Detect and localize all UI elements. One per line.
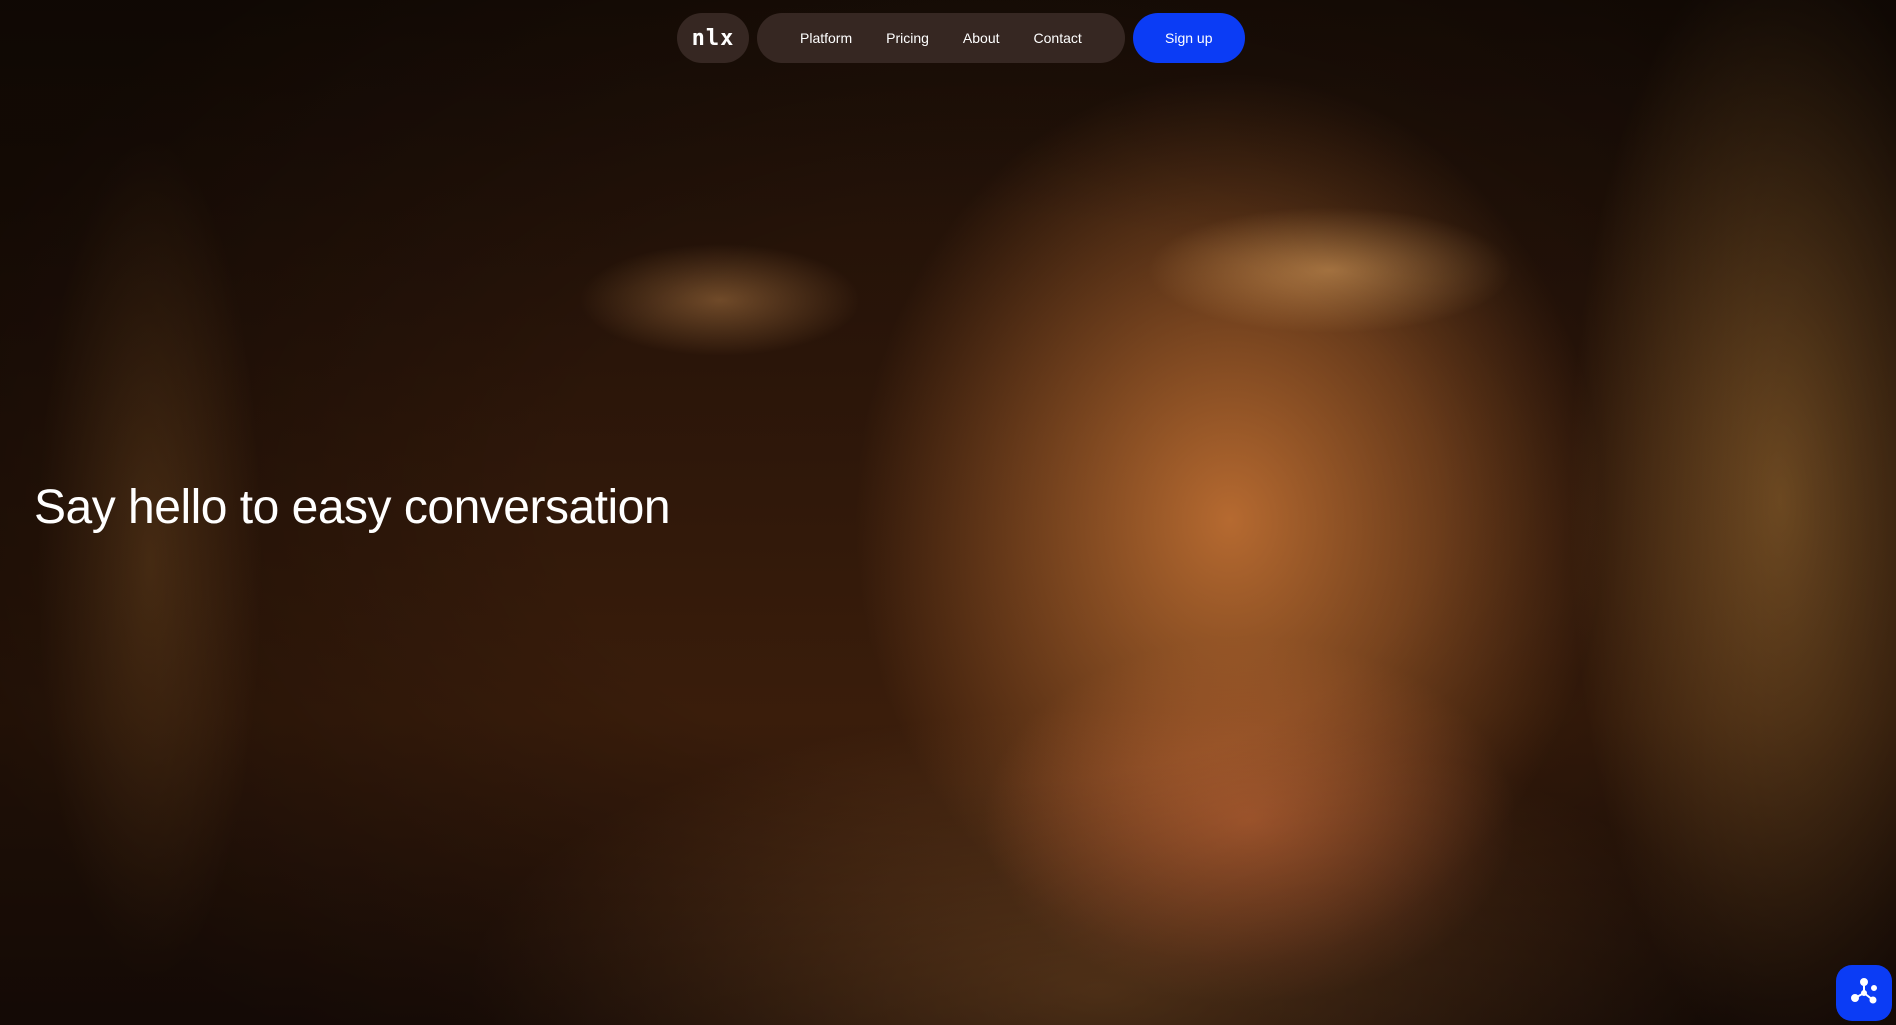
nav-link-contact[interactable]: Contact (1017, 30, 1099, 46)
signup-button[interactable]: Sign up (1132, 13, 1245, 63)
chat-widget-button[interactable] (1836, 965, 1892, 1021)
nav-link-about[interactable]: About (946, 30, 1017, 46)
hero-headline: Say hello to easy conversation (34, 481, 671, 534)
logo[interactable]: nlx (677, 13, 749, 63)
nav-link-platform[interactable]: Platform (783, 30, 869, 46)
top-navigation: nlx Platform Pricing About Contact Sign … (677, 13, 1245, 63)
nav-link-pricing[interactable]: Pricing (869, 30, 946, 46)
nav-links: Platform Pricing About Contact (757, 13, 1125, 63)
network-nodes-icon (1851, 978, 1877, 1004)
